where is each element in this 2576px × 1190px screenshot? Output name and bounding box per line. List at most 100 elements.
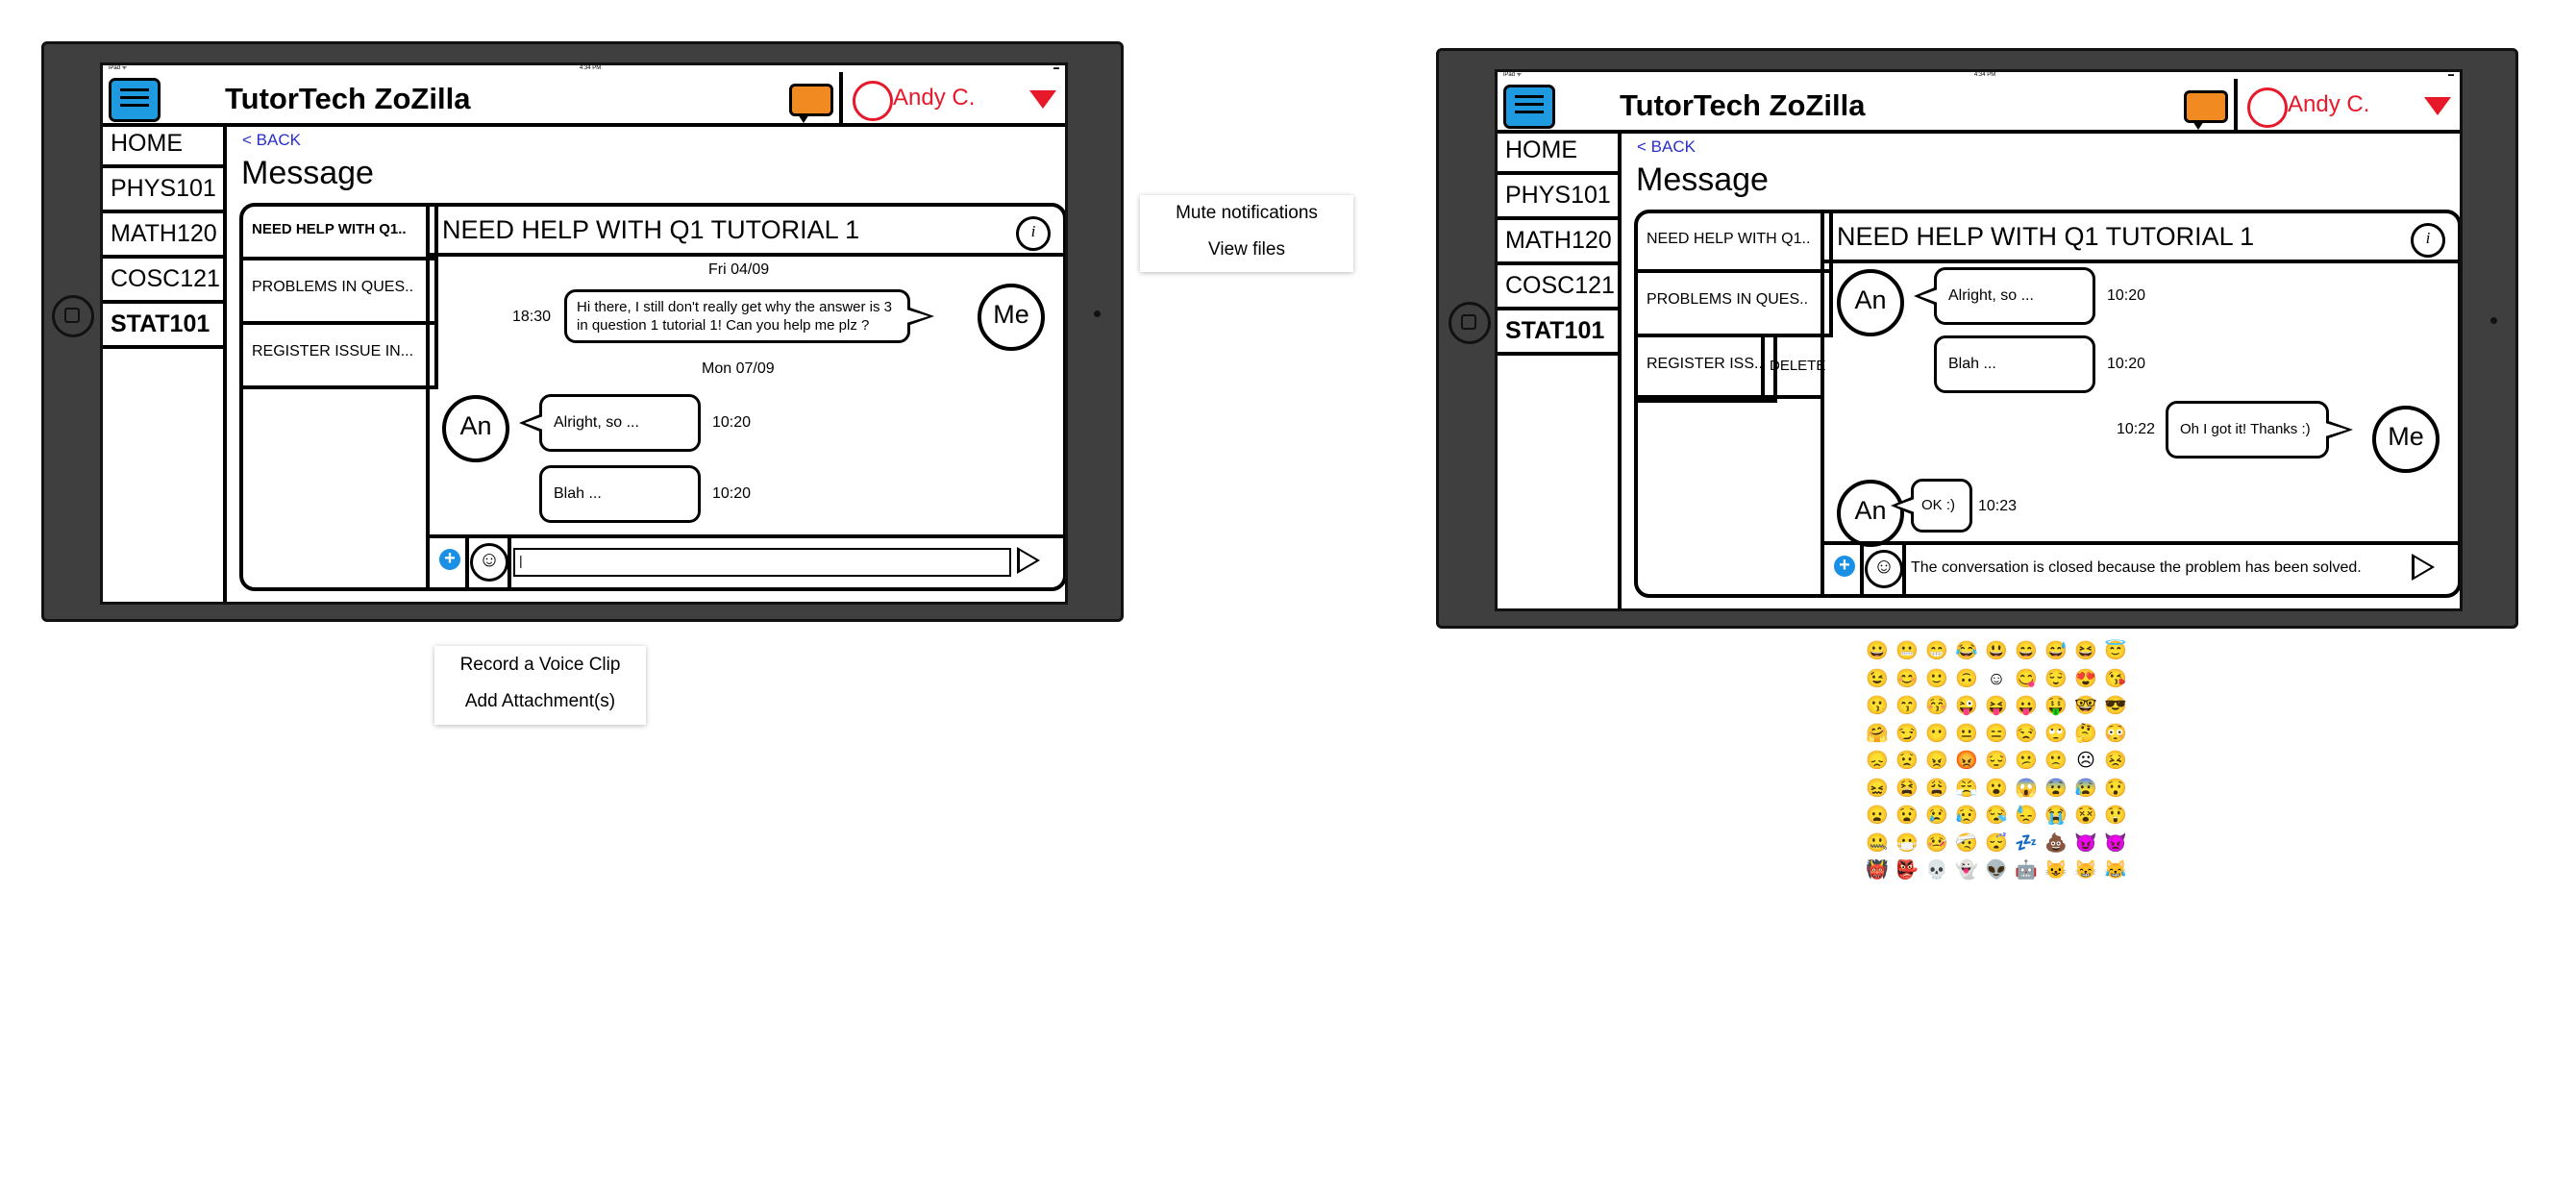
user-avatar-icon[interactable]	[853, 81, 893, 121]
emoji-option[interactable]: 😪	[1984, 806, 2009, 826]
emoji-option[interactable]: 😶	[1924, 724, 1949, 744]
emoji-option[interactable]: 😦	[1865, 806, 1890, 826]
emoji-option[interactable]: 😕	[2014, 752, 2039, 771]
emoji-option[interactable]: 🙄	[2043, 724, 2068, 744]
emoji-icon[interactable]: ☺	[470, 543, 508, 582]
sidebar-item-phys101[interactable]: PHYS101	[1498, 175, 1618, 220]
emoji-option[interactable]: 😁	[1924, 642, 1949, 661]
emoji-option[interactable]: 😲	[2103, 806, 2128, 826]
emoji-option[interactable]: 🙃	[1954, 669, 1979, 689]
sidebar-item-math120[interactable]: MATH120	[103, 213, 223, 259]
emoji-option[interactable]: 😂	[1954, 642, 1979, 661]
emoji-option[interactable]: 🙂	[1924, 669, 1949, 689]
emoji-option[interactable]: 💩	[2043, 833, 2068, 854]
emoji-option[interactable]: 😮	[1984, 779, 2009, 799]
emoji-option[interactable]: 😛	[2014, 697, 2039, 716]
emoji-option[interactable]: 😌	[2043, 669, 2068, 689]
delete-button[interactable]: DELETE	[1770, 358, 1825, 374]
thread-item-q1[interactable]: NEED HELP WITH Q1..	[243, 207, 438, 260]
emoji-option[interactable]: 😣	[2103, 752, 2128, 771]
home-hardware-button[interactable]	[1449, 302, 1491, 344]
emoji-option[interactable]: 😉	[1865, 669, 1890, 689]
emoji-option[interactable]: ☺	[1984, 669, 2009, 689]
emoji-option[interactable]: 😫	[1895, 779, 1920, 799]
emoji-option[interactable]: 👿	[2103, 833, 2128, 854]
emoji-option[interactable]: 👻	[1954, 861, 1979, 880]
message-input[interactable]: |	[513, 548, 1011, 577]
thread-item-problems[interactable]: PROBLEMS IN QUES..	[1638, 269, 1833, 337]
emoji-option[interactable]: 😓	[2014, 806, 2039, 826]
user-dropdown-caret-icon[interactable]	[1029, 90, 1056, 109]
emoji-option[interactable]: 😅	[2043, 642, 2068, 661]
chat-notification-icon[interactable]	[2184, 90, 2228, 130]
hamburger-menu-icon[interactable]	[1503, 85, 1555, 129]
emoji-option[interactable]: 😊	[1895, 669, 1920, 689]
emoji-option[interactable]: 😖	[1865, 779, 1890, 799]
emoji-option[interactable]: 😐	[1954, 724, 1979, 744]
emoji-option[interactable]: 😧	[1895, 806, 1920, 826]
emoji-option[interactable]: 😷	[1895, 833, 1920, 854]
menu-item-view-files[interactable]: View files	[1140, 234, 1353, 260]
emoji-option[interactable]: 😑	[1984, 724, 2009, 744]
emoji-icon[interactable]: ☺	[1865, 550, 1903, 588]
emoji-option[interactable]: 😠	[1924, 752, 1949, 771]
emoji-option[interactable]: 🤗	[1865, 724, 1890, 744]
emoji-option[interactable]: 😤	[1954, 779, 1979, 799]
emoji-option[interactable]: 😢	[1924, 806, 1949, 826]
emoji-option[interactable]: 🤐	[1865, 833, 1890, 854]
send-icon[interactable]	[2412, 554, 2435, 581]
emoji-option[interactable]: 😍	[2073, 669, 2098, 689]
emoji-option[interactable]: 😱	[2014, 779, 2039, 799]
emoji-option[interactable]: 😇	[2103, 642, 2128, 661]
emoji-option[interactable]: ☹	[2073, 752, 2098, 771]
emoji-option[interactable]: 👺	[1895, 861, 1920, 880]
emoji-option[interactable]: 😨	[2043, 779, 2068, 799]
emoji-option[interactable]: 😴	[1984, 833, 2009, 854]
emoji-option[interactable]: 😰	[2073, 779, 2098, 799]
info-icon[interactable]: i	[1016, 216, 1051, 251]
user-name[interactable]: Andy C.	[893, 85, 975, 112]
emoji-option[interactable]: 😀	[1865, 642, 1890, 661]
emoji-option[interactable]: 😥	[1954, 806, 1979, 826]
emoji-option[interactable]: 🤒	[1924, 833, 1949, 854]
emoji-option[interactable]: 🤑	[2043, 697, 2068, 716]
emoji-option[interactable]: 🤔	[2073, 724, 2098, 744]
emoji-option[interactable]: 💤	[2014, 833, 2039, 854]
user-dropdown-caret-icon[interactable]	[2424, 97, 2451, 115]
emoji-option[interactable]: 😈	[2073, 833, 2098, 854]
emoji-option[interactable]: 😞	[1865, 752, 1890, 771]
emoji-option[interactable]: 😭	[2043, 806, 2068, 826]
emoji-option[interactable]: 😸	[2073, 861, 2098, 880]
thread-item-register[interactable]: REGISTER ISS..	[1638, 334, 1777, 403]
emoji-option[interactable]: 😆	[2073, 642, 2098, 661]
emoji-option[interactable]: 😩	[1924, 779, 1949, 799]
home-hardware-button[interactable]	[52, 295, 94, 337]
add-icon[interactable]: +	[1834, 556, 1855, 577]
user-name[interactable]: Andy C.	[2288, 91, 2369, 118]
thread-item-problems[interactable]: PROBLEMS IN QUES..	[243, 257, 438, 325]
sidebar-item-phys101[interactable]: PHYS101	[103, 168, 223, 213]
emoji-option[interactable]: 😜	[1954, 697, 1979, 716]
emoji-option[interactable]: 😒	[2014, 724, 2039, 744]
emoji-option[interactable]: 😝	[1984, 697, 2009, 716]
send-icon[interactable]	[1017, 547, 1040, 574]
back-link[interactable]: < BACK	[242, 131, 301, 150]
sidebar-item-math120[interactable]: MATH120	[1498, 220, 1618, 265]
sidebar-item-cosc121[interactable]: COSC121	[1498, 265, 1618, 310]
emoji-option[interactable]: 😵	[2073, 806, 2098, 826]
emoji-option[interactable]: 😳	[2103, 724, 2128, 744]
info-icon[interactable]: i	[2411, 223, 2445, 258]
emoji-option[interactable]: 😺	[2043, 861, 2068, 880]
emoji-option[interactable]: 😯	[2103, 779, 2128, 799]
emoji-option[interactable]: 😃	[1984, 642, 2009, 661]
emoji-option[interactable]: 😔	[1984, 752, 2009, 771]
back-link[interactable]: < BACK	[1637, 137, 1696, 157]
emoji-option[interactable]: 😬	[1895, 642, 1920, 661]
sidebar-item-stat101[interactable]: STAT101	[1498, 310, 1618, 356]
user-avatar-icon[interactable]	[2247, 87, 2288, 128]
menu-item-record-voice-clip[interactable]: Record a Voice Clip	[434, 646, 646, 687]
emoji-option[interactable]: 😟	[1895, 752, 1920, 771]
emoji-option[interactable]: 👹	[1865, 861, 1890, 880]
emoji-option[interactable]: 😙	[1895, 697, 1920, 716]
hamburger-menu-icon[interactable]	[109, 78, 161, 122]
